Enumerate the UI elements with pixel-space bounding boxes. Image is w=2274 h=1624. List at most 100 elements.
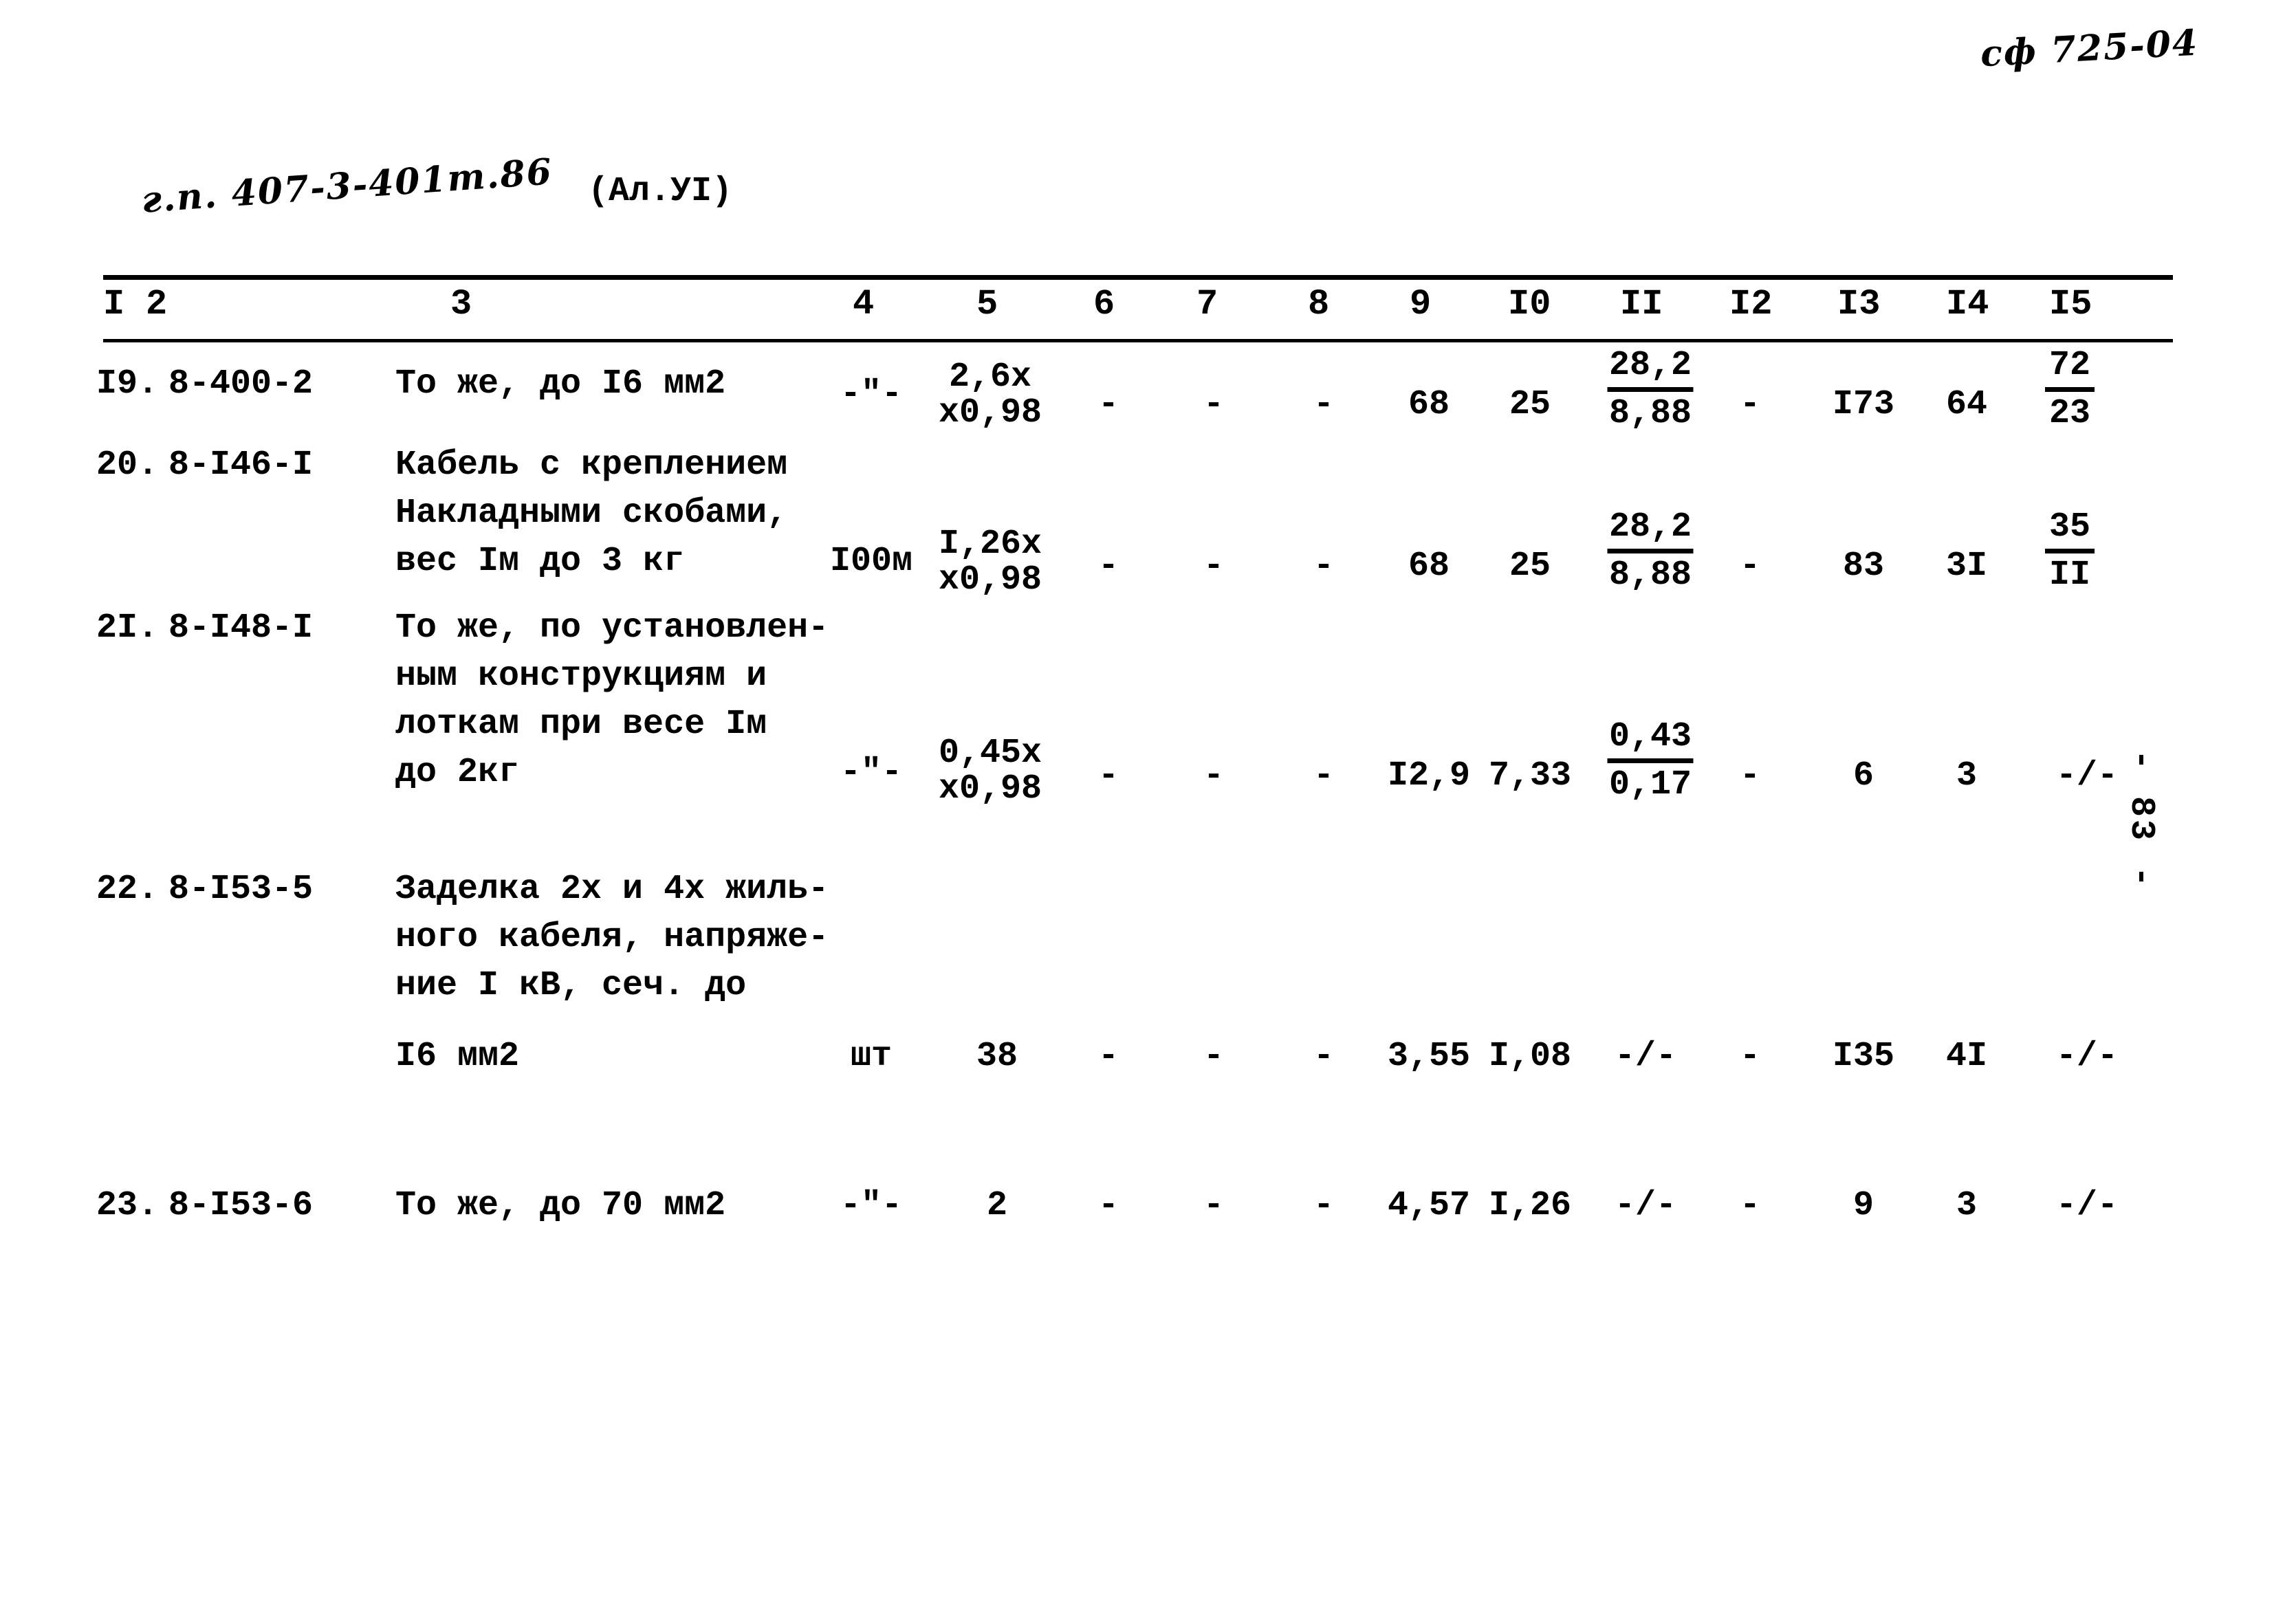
- table-row: -/-: [1614, 1186, 1677, 1225]
- table-row: 8-I46-I: [168, 446, 314, 485]
- table-row: 0,43 0,17: [1607, 717, 1694, 805]
- table-row: 35 II: [2045, 507, 2095, 595]
- table-row: -: [1739, 1186, 1761, 1225]
- table-row: ние I кВ, сеч. до: [395, 966, 747, 1005]
- table-row: I9.: [96, 364, 159, 404]
- table-row: -/-: [1614, 1037, 1677, 1076]
- qty-bottom: х0,98: [938, 560, 1042, 600]
- table-row: 38: [976, 1037, 1018, 1076]
- table-row: 22.: [96, 870, 159, 909]
- table-row: 28,2 8,88: [1607, 346, 1694, 434]
- table-row: I35: [1832, 1037, 1895, 1076]
- table-row: 72 23: [2045, 346, 2095, 434]
- table-row: 68: [1408, 385, 1450, 424]
- table-row: -"-: [840, 753, 903, 792]
- column-header-7: 7: [1196, 284, 1218, 325]
- table-row: -/-: [2055, 1186, 2119, 1225]
- table-row: Заделка 2х и 4х жиль-: [395, 870, 829, 909]
- table-row: 83: [1842, 547, 1885, 586]
- table-row: -: [1097, 385, 1119, 424]
- table-row: -: [1203, 756, 1225, 795]
- table-row: 25: [1509, 385, 1551, 424]
- table-row: вес Iм до 3 кг: [395, 542, 685, 581]
- table-row: -: [1313, 1037, 1335, 1076]
- table-row: 8-I53-5: [168, 870, 314, 909]
- fraction-numerator: 0,43: [1608, 717, 1692, 756]
- table-row: 6: [1852, 756, 1874, 795]
- qty-bottom: х0,98: [938, 393, 1042, 432]
- table-row: -: [1097, 547, 1119, 586]
- table-row: -: [1097, 756, 1119, 795]
- qty-bottom: х0,98: [938, 769, 1042, 809]
- table-row: I00м: [829, 542, 913, 581]
- album-label: (Ал.УI): [588, 172, 733, 211]
- table-row: То же, до I6 мм2: [395, 364, 726, 404]
- table-row: -"-: [840, 375, 903, 414]
- table-row: -: [1739, 547, 1761, 586]
- qty-top: 2,6х: [948, 358, 1032, 397]
- table-row: -: [1203, 385, 1225, 424]
- fraction-numerator: 72: [2048, 346, 2090, 385]
- column-header-10: I0: [1508, 284, 1551, 325]
- column-header-6: 6: [1093, 284, 1115, 325]
- table-row: I,26: [1488, 1186, 1572, 1225]
- column-header-3: 3: [450, 284, 472, 325]
- table-row: шт: [850, 1037, 893, 1076]
- table-row: I73: [1832, 385, 1895, 424]
- table-row: 3,55: [1387, 1037, 1471, 1076]
- fraction-denominator: 23: [2048, 394, 2090, 433]
- table-row: -: [1739, 756, 1761, 795]
- table-header-row: I 2 3 4 5 6 7 8 9 I0 II I2 I3 I4 I5: [103, 280, 2173, 339]
- fraction-denominator: 8,88: [1608, 394, 1692, 433]
- table-row: ного кабеля, напряже-: [395, 918, 829, 957]
- table-row: 4I: [1945, 1037, 1988, 1076]
- table-row: 4,57: [1387, 1186, 1471, 1225]
- qty-top: 0,45х: [938, 734, 1042, 773]
- table-row: 2I.: [96, 608, 159, 648]
- table-row: лоткам при весе Iм: [395, 705, 767, 744]
- table-row: То же, до 70 мм2: [395, 1186, 726, 1225]
- column-header-2: 2: [146, 284, 168, 325]
- table-row: -: [1739, 1037, 1761, 1076]
- column-header-15: I5: [2049, 284, 2092, 325]
- table-row: I,08: [1488, 1037, 1572, 1076]
- table-row: 68: [1408, 547, 1450, 586]
- table-row: -: [1313, 1186, 1335, 1225]
- table-row: -: [1313, 547, 1335, 586]
- table-row: Накладными скобами,: [395, 494, 788, 533]
- table-row: -: [1097, 1186, 1119, 1225]
- table-row: 2,6х х0,98: [939, 360, 1042, 431]
- column-header-8: 8: [1308, 284, 1330, 325]
- table-row: 7,33: [1488, 756, 1572, 795]
- table-row: I6 мм2: [395, 1037, 520, 1076]
- table-row: То же, по установлен-: [395, 608, 829, 648]
- table-row: -/-: [2055, 756, 2119, 795]
- table-top-rule: [103, 275, 2173, 280]
- table-row: 64: [1945, 385, 1988, 424]
- fraction-numerator: 28,2: [1608, 507, 1692, 547]
- table-row: -: [1203, 547, 1225, 586]
- column-header-9: 9: [1410, 284, 1432, 325]
- fraction-numerator: 35: [2048, 507, 2090, 547]
- table-row: -/-: [2055, 1037, 2119, 1076]
- table-row: ным конструкциям и: [395, 657, 767, 696]
- column-header-4: 4: [853, 284, 875, 325]
- document-reference-code: сф 725-04: [1979, 21, 2200, 76]
- table-row: 25: [1509, 547, 1551, 586]
- table-row: 23.: [96, 1186, 159, 1225]
- fraction-numerator: 28,2: [1608, 346, 1692, 385]
- table-row: 3: [1956, 1186, 1978, 1225]
- table-row: 8-I53-6: [168, 1186, 314, 1225]
- table-row: I,26х х0,98: [939, 527, 1042, 598]
- table-row: I2,9: [1387, 756, 1471, 795]
- column-header-12: I2: [1729, 284, 1773, 325]
- table-row: 20.: [96, 446, 159, 485]
- fraction-denominator: II: [2048, 556, 2090, 595]
- table-row: до 2кг: [395, 753, 520, 792]
- table-row: 2: [986, 1186, 1008, 1225]
- table-row: 3: [1956, 756, 1978, 795]
- project-code: г.п. 407-3-401т.86: [140, 151, 554, 221]
- column-header-1: I: [103, 284, 125, 325]
- table-body: I9. 8-400-2 То же, до I6 мм2 -"- 2,6х х0…: [96, 342, 2173, 1305]
- table-row: -: [1313, 756, 1335, 795]
